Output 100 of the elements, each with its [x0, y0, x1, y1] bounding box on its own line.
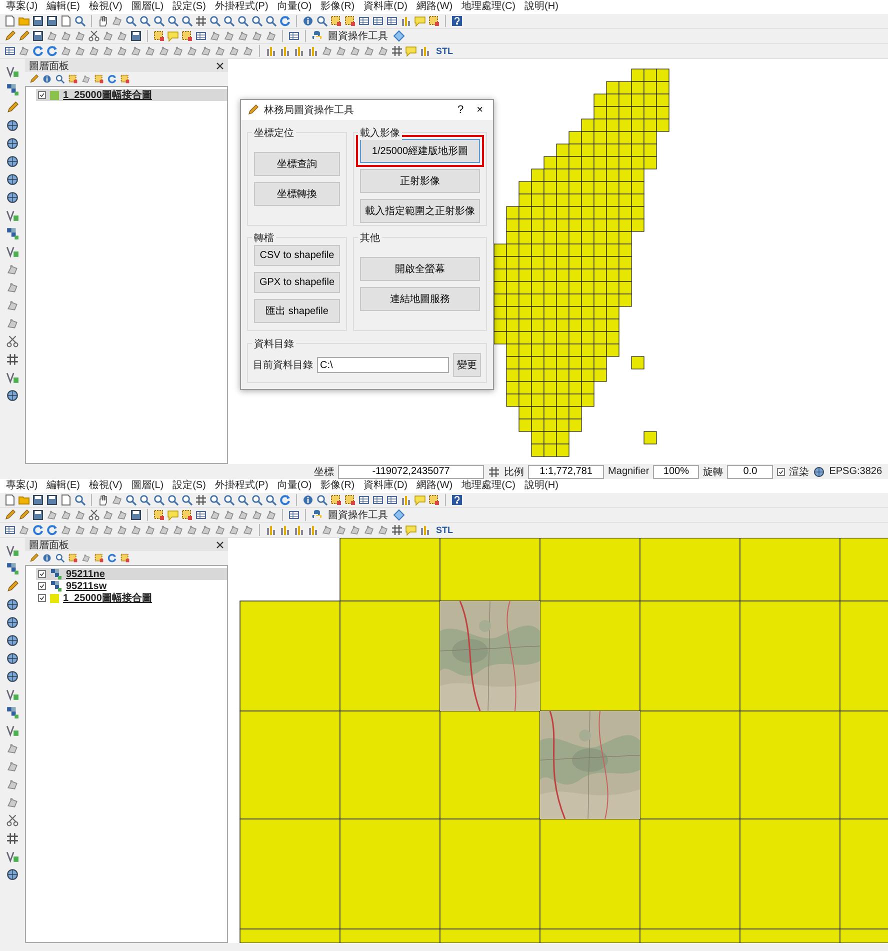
node-edit-icon[interactable]: [335, 45, 347, 57]
node-edit-icon[interactable]: [102, 45, 114, 57]
node-edit-icon[interactable]: [18, 524, 30, 536]
raster-layer-icon[interactable]: [6, 227, 19, 240]
raster-layer-icon[interactable]: [50, 568, 62, 580]
select-icon[interactable]: [120, 74, 130, 84]
hand-icon[interactable]: [97, 494, 109, 506]
magnifier-icon[interactable]: [265, 494, 277, 506]
pencil-icon[interactable]: [29, 553, 39, 563]
refresh-icon[interactable]: [32, 524, 44, 536]
magnifier-field[interactable]: 100%: [653, 464, 700, 478]
layer-item[interactable]: 1_25000圖幅接合圖: [36, 89, 227, 101]
map-canvas[interactable]: 林務局圖資操作工具 ? × 坐標定位 坐標查詢 坐標轉換 載入影像 1/25000經建版地形圖 正射影像 載入指定範圍之正射影像 轉檔 CSV to shapefile GPX to shapefile 匯出 shapefile 其他 開啟全螢幕 連結地圖服務 資料目錄 目前資料目錄 C:\ 變更: [228, 59, 888, 464]
node-edit-icon[interactable]: [265, 30, 277, 42]
grid-icon[interactable]: [391, 45, 403, 57]
diamond-icon[interactable]: [393, 509, 405, 521]
menu-item[interactable]: 設定(S): [172, 480, 206, 492]
magnifier-icon[interactable]: [153, 494, 165, 506]
tool-button[interactable]: 正射影像: [360, 169, 480, 193]
node-edit-icon[interactable]: [60, 45, 72, 57]
scale-field[interactable]: 1:1,772,781: [528, 464, 604, 478]
menu-item[interactable]: 說明(H): [524, 1, 558, 13]
select-icon[interactable]: [94, 553, 104, 563]
node-edit-icon[interactable]: [144, 45, 156, 57]
node-edit-icon[interactable]: [223, 30, 235, 42]
grid-icon[interactable]: [391, 524, 403, 536]
tool-button[interactable]: 坐標查詢: [254, 152, 340, 176]
table-icon[interactable]: [358, 15, 370, 27]
node-edit-icon[interactable]: [237, 509, 249, 521]
menu-item[interactable]: 外掛程式(P): [214, 480, 268, 492]
magnifier-icon[interactable]: [223, 494, 235, 506]
scissors-icon[interactable]: [6, 335, 19, 348]
node-edit-icon[interactable]: [377, 45, 389, 57]
node-edit-icon[interactable]: [88, 524, 100, 536]
node-edit-icon[interactable]: [363, 524, 375, 536]
magnifier-icon[interactable]: [139, 494, 151, 506]
vector-layer-icon[interactable]: [6, 544, 19, 557]
help-button[interactable]: ?: [453, 104, 468, 116]
vector-layer-icon[interactable]: [6, 209, 19, 222]
magnifier-icon[interactable]: [125, 494, 137, 506]
node-edit-icon[interactable]: [102, 509, 114, 521]
magnifier-icon[interactable]: [316, 494, 328, 506]
node-edit-icon[interactable]: [237, 30, 249, 42]
vector-layer-icon[interactable]: [6, 850, 19, 863]
layer-item[interactable]: 95211sw: [36, 580, 227, 592]
layer-item[interactable]: 95211ne: [36, 568, 227, 580]
node-edit-icon[interactable]: [6, 299, 19, 312]
menu-item[interactable]: 檢視(V): [89, 1, 122, 13]
grid-icon[interactable]: [195, 494, 207, 506]
select-icon[interactable]: [68, 553, 78, 563]
magnifier-icon[interactable]: [74, 15, 86, 27]
help-icon[interactable]: [451, 15, 463, 27]
magnifier-icon[interactable]: [265, 15, 277, 27]
scissors-icon[interactable]: [6, 814, 19, 827]
menu-item[interactable]: 設定(S): [172, 1, 206, 13]
menu-item[interactable]: 資料庫(D): [364, 1, 408, 13]
globe-icon[interactable]: [6, 155, 19, 168]
node-edit-icon[interactable]: [116, 30, 128, 42]
globe-icon[interactable]: [6, 598, 19, 611]
tool-button[interactable]: 匯出 shapefile: [254, 299, 340, 323]
node-edit-icon[interactable]: [74, 524, 86, 536]
node-edit-icon[interactable]: [251, 509, 263, 521]
select-icon[interactable]: [68, 74, 78, 84]
table-icon[interactable]: [358, 494, 370, 506]
python-icon[interactable]: [311, 509, 323, 521]
menu-item[interactable]: 資料庫(D): [364, 480, 408, 492]
node-edit-icon[interactable]: [223, 509, 235, 521]
node-edit-icon[interactable]: [6, 263, 19, 276]
tool-button[interactable]: 載入指定範圍之正射影像: [360, 199, 480, 223]
globe-icon[interactable]: [6, 616, 19, 629]
chart-icon[interactable]: [265, 524, 277, 536]
chart-icon[interactable]: [279, 45, 291, 57]
magnifier-icon[interactable]: [181, 15, 193, 27]
chart-icon[interactable]: [293, 45, 305, 57]
node-edit-icon[interactable]: [111, 494, 123, 506]
menu-item[interactable]: 檢視(V): [89, 480, 122, 492]
info-icon[interactable]: [42, 553, 52, 563]
node-edit-icon[interactable]: [102, 524, 114, 536]
raster-layer-icon[interactable]: [6, 83, 19, 96]
magnifier-icon[interactable]: [55, 553, 65, 563]
hand-icon[interactable]: [97, 15, 109, 27]
magnifier-icon[interactable]: [181, 494, 193, 506]
rotation-field[interactable]: 0.0: [727, 464, 774, 478]
node-edit-icon[interactable]: [6, 281, 19, 294]
node-edit-icon[interactable]: [209, 30, 221, 42]
menu-item[interactable]: 專案(J): [6, 480, 38, 492]
globe-icon[interactable]: [813, 466, 826, 478]
pencil-icon[interactable]: [4, 30, 16, 42]
menu-item[interactable]: 說明(H): [524, 480, 558, 492]
scissors-icon[interactable]: [88, 30, 100, 42]
checkbox[interactable]: [38, 594, 46, 602]
menu-item[interactable]: 影像(R): [320, 1, 355, 13]
comment-icon[interactable]: [414, 494, 426, 506]
node-edit-icon[interactable]: [377, 524, 389, 536]
table-icon[interactable]: [288, 509, 300, 521]
node-edit-icon[interactable]: [60, 509, 72, 521]
node-edit-icon[interactable]: [158, 45, 170, 57]
magnifier-icon[interactable]: [251, 15, 263, 27]
node-edit-icon[interactable]: [242, 45, 254, 57]
table-icon[interactable]: [195, 509, 207, 521]
